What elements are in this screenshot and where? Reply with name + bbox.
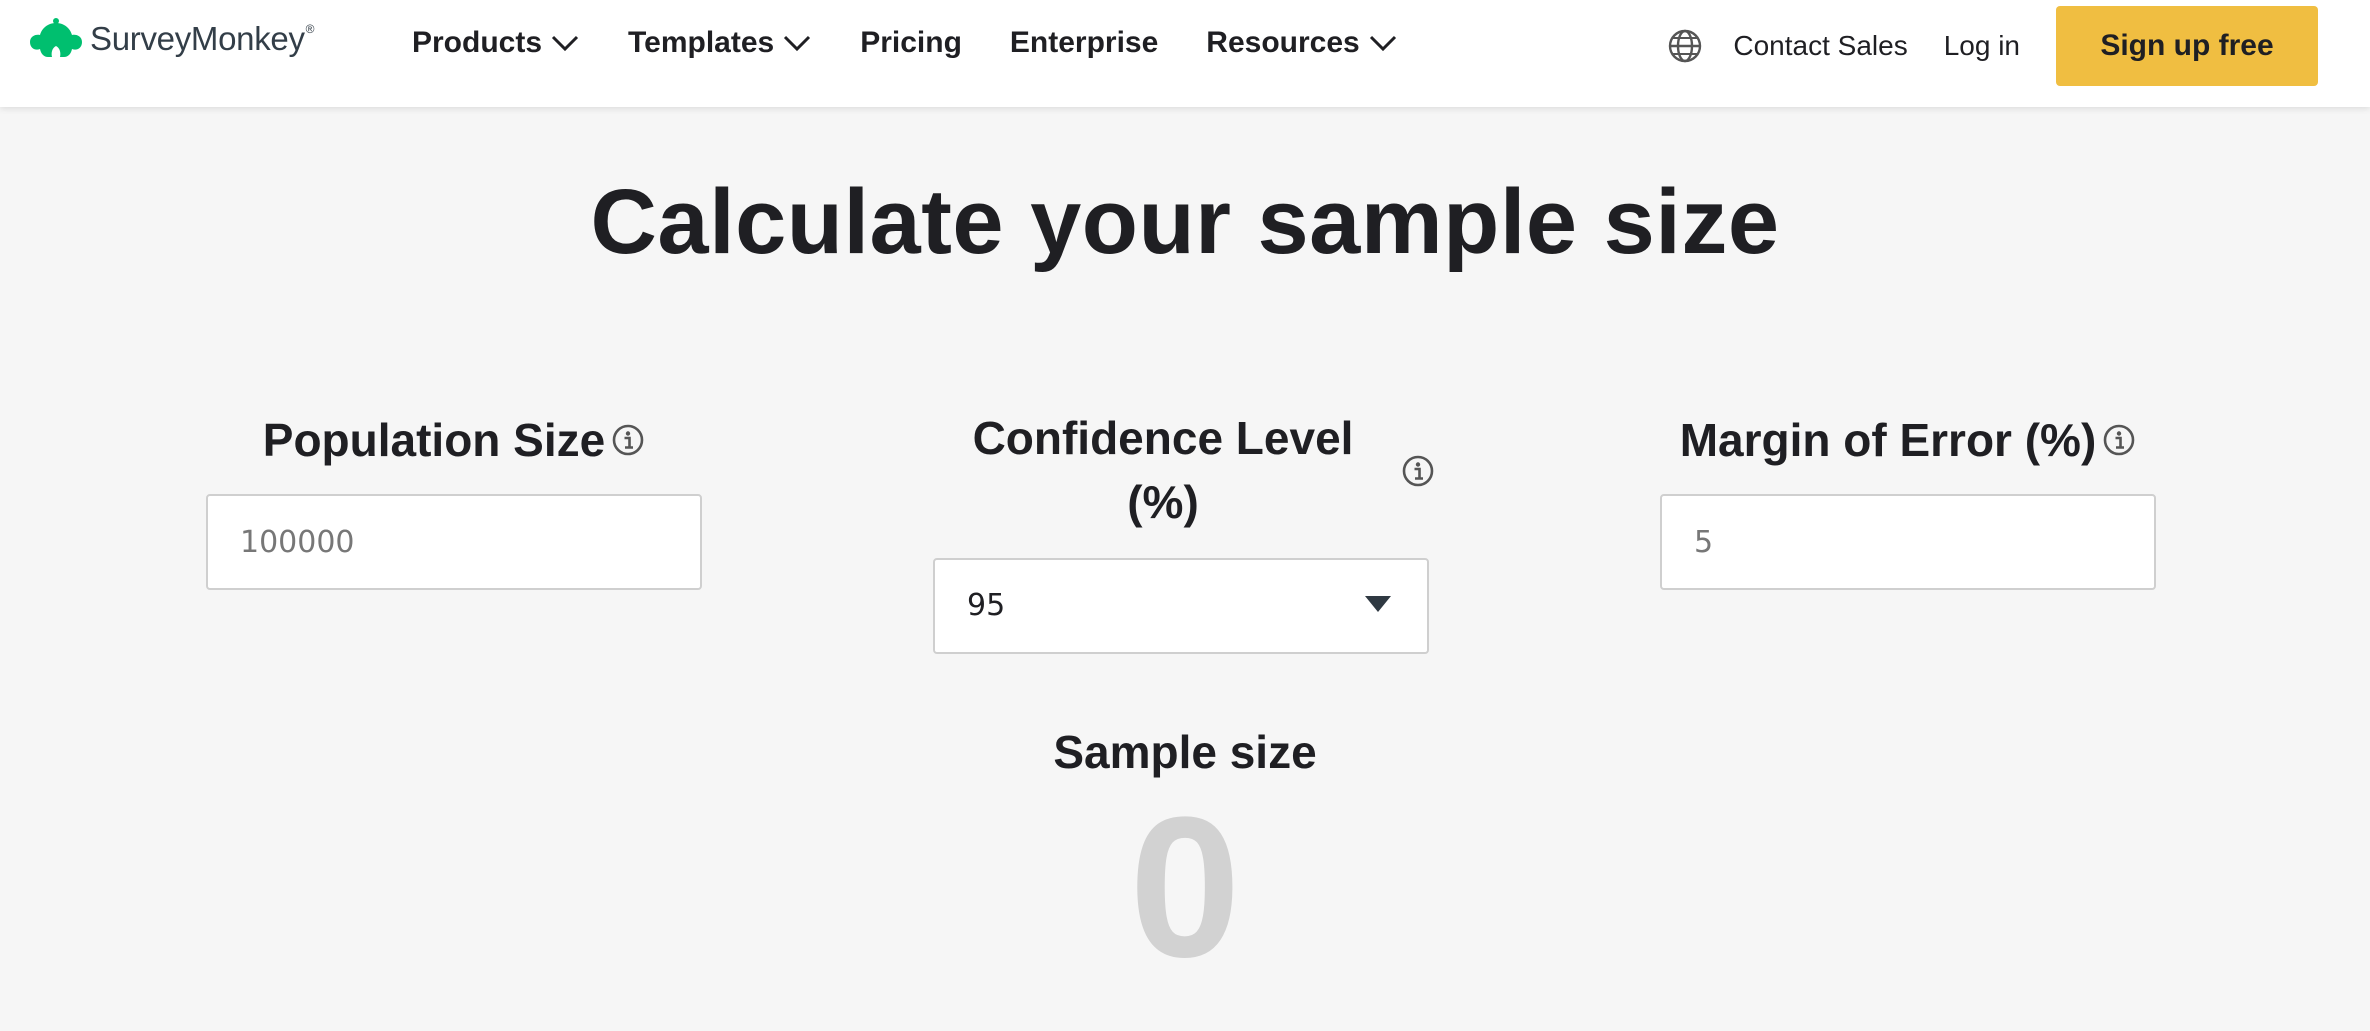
margin-of-error-label: Margin of Error (%)	[1679, 414, 2097, 466]
brand-name: SurveyMonkey	[90, 20, 305, 57]
account-nav: Contact Sales Log in Sign up free	[1667, 6, 2318, 86]
nav-resources-label: Resources	[1206, 26, 1360, 59]
confidence-level-label: Confidence Level (%)	[972, 412, 1354, 528]
surveymonkey-logo-icon	[30, 18, 82, 57]
confidence-level-field: Confidence Level (%) 95	[933, 406, 1434, 654]
info-icon[interactable]	[1401, 454, 1435, 488]
sample-size-label: Sample size	[1053, 726, 1317, 778]
top-navigation-bar: SurveyMonkey ® Products Templates Pricin…	[0, 0, 2370, 107]
main-nav: Products Templates Pricing Enterprise Re…	[412, 22, 1446, 64]
population-size-label: Population Size	[262, 414, 606, 466]
contact-sales-link[interactable]: Contact Sales	[1733, 30, 1907, 62]
globe-icon[interactable]	[1667, 28, 1703, 64]
population-size-input[interactable]	[206, 494, 702, 590]
caret-down-icon	[1365, 596, 1391, 612]
nav-enterprise[interactable]: Enterprise	[1010, 26, 1158, 60]
chevron-down-icon	[551, 35, 579, 52]
confidence-level-selected: 95	[967, 588, 1006, 623]
margin-of-error-field: Margin of Error (%)	[1660, 406, 2156, 590]
sample-size-value: 0	[1129, 776, 1241, 999]
chevron-down-icon	[784, 35, 811, 52]
population-size-field: Population Size	[206, 406, 702, 590]
nav-products[interactable]: Products	[412, 26, 580, 60]
nav-products-label: Products	[412, 26, 543, 59]
log-in-link[interactable]: Log in	[1944, 30, 2020, 62]
confidence-level-label-row: Confidence Level (%)	[933, 406, 1434, 536]
sample-size-result: Sample size 0	[0, 720, 2370, 988]
page-title: Calculate your sample size	[590, 171, 1780, 273]
sign-up-button[interactable]: Sign up free	[2056, 6, 2318, 86]
confidence-level-select[interactable]: 95	[933, 558, 1429, 654]
nav-pricing[interactable]: Pricing	[860, 26, 962, 60]
chevron-down-icon	[1369, 35, 1396, 52]
info-icon[interactable]	[2102, 423, 2136, 457]
nav-resources[interactable]: Resources	[1206, 26, 1397, 60]
nav-pricing-label: Pricing	[860, 26, 962, 59]
nav-enterprise-label: Enterprise	[1009, 26, 1159, 59]
info-icon[interactable]	[611, 423, 645, 457]
nav-templates-label: Templates	[628, 26, 775, 59]
nav-templates[interactable]: Templates	[628, 26, 812, 60]
margin-of-error-input[interactable]	[1660, 494, 2156, 590]
registered-mark: ®	[305, 22, 315, 36]
margin-of-error-label-row: Margin of Error (%)	[1660, 406, 2156, 474]
population-size-label-row: Population Size	[206, 406, 702, 474]
surveymonkey-logo[interactable]: SurveyMonkey ®	[26, 14, 315, 64]
